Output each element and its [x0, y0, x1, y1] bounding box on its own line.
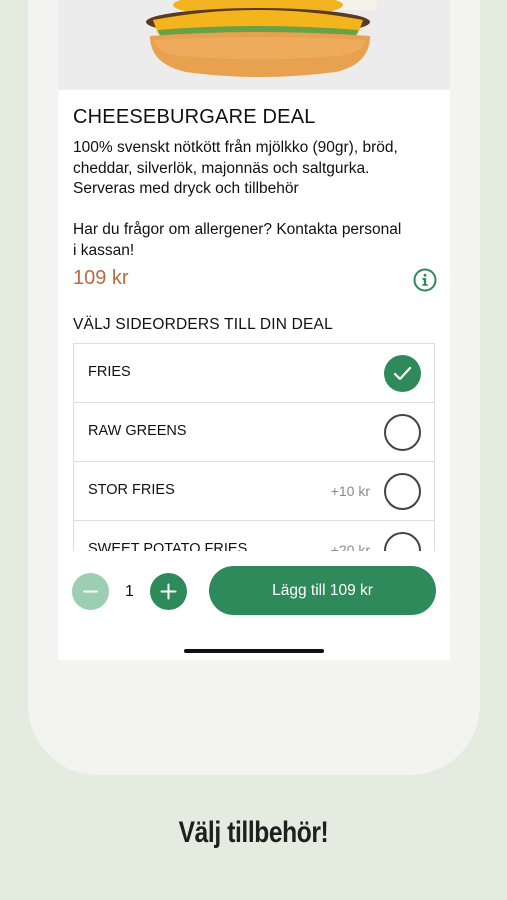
side-option-fries[interactable]: FRIES [74, 344, 434, 403]
product-description: 100% svenskt nötkött från mjölkko (90gr)… [73, 139, 398, 197]
minus-icon [83, 590, 98, 593]
quantity-value: 1 [125, 583, 134, 600]
info-icon[interactable] [413, 268, 437, 292]
check-icon [393, 366, 412, 381]
plus-icon [160, 583, 177, 600]
option-label: STOR FRIES [88, 482, 175, 498]
radio-unselected[interactable] [384, 473, 421, 510]
option-label: FRIES [88, 364, 131, 380]
sides-title: VÄLJ SIDEORDERS TILL DIN DEAL [73, 316, 333, 333]
promo-caption: Välj tillbehör! [178, 816, 329, 849]
increase-quantity-button[interactable] [150, 573, 187, 610]
option-label: RAW GREENS [88, 423, 187, 439]
app-screen: CHEESEBURGARE DEAL 100% svenskt nötkött … [58, 0, 450, 660]
order-bar: 1 Lägg till 109 kr [58, 551, 450, 660]
sides-list: FRIES RAW GREENS STOR FRIES +10 kr SWEET… [73, 343, 435, 580]
product-title: CHEESEBURGARE DEAL [73, 106, 316, 128]
add-to-order-button[interactable]: Lägg till 109 kr [209, 566, 436, 615]
side-option-raw-greens[interactable]: RAW GREENS [74, 403, 434, 462]
radio-selected[interactable] [384, 355, 421, 392]
radio-unselected[interactable] [384, 414, 421, 451]
allergen-note: Har du frågor om allergener? Kontakta pe… [73, 221, 402, 259]
side-option-stor-fries[interactable]: STOR FRIES +10 kr [74, 462, 434, 521]
product-price: 109 kr [73, 267, 129, 289]
decrease-quantity-button[interactable] [72, 573, 109, 610]
burger-image [58, 0, 450, 90]
home-indicator [184, 649, 324, 653]
option-extra-price: +10 kr [330, 483, 370, 499]
